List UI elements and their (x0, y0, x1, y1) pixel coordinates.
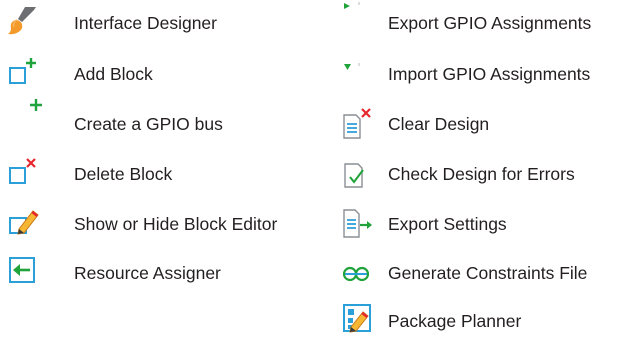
package-planner-icon (343, 304, 373, 334)
legend-label: Clear Design (388, 114, 490, 134)
check-design-icon (344, 157, 374, 188)
resource-assigner-icon (9, 257, 39, 287)
legend-label: Create a GPIO bus (74, 114, 223, 134)
legend-label: Export Settings (388, 214, 507, 234)
legend-label: Package Planner (388, 311, 522, 331)
legend-label: Add Block (74, 64, 153, 84)
legend-label: Resource Assigner (74, 263, 221, 283)
export-gpio-icon (343, 0, 373, 30)
create-bus-icon (28, 97, 58, 127)
legend-label: Check Design for Errors (388, 164, 575, 184)
clear-design-icon (343, 107, 373, 139)
delete-block-icon (9, 157, 39, 187)
import-gpio-icon (343, 61, 373, 91)
export-settings-icon (343, 209, 373, 239)
toolbar-icon-legend: Interface Designer Add Block Create a GP… (0, 0, 635, 341)
add-block-icon (9, 57, 39, 87)
legend-label: Show or Hide Block Editor (74, 214, 278, 234)
legend-label: Delete Block (74, 164, 173, 184)
block-editor-icon (9, 207, 39, 237)
constraints-file-icon (342, 263, 372, 293)
legend-label: Interface Designer (74, 13, 217, 33)
paintbrush-icon (8, 5, 38, 35)
legend-label: Generate Constraints File (388, 263, 588, 283)
legend-label: Import GPIO Assignments (388, 64, 591, 84)
legend-label: Export GPIO Assignments (388, 13, 592, 33)
